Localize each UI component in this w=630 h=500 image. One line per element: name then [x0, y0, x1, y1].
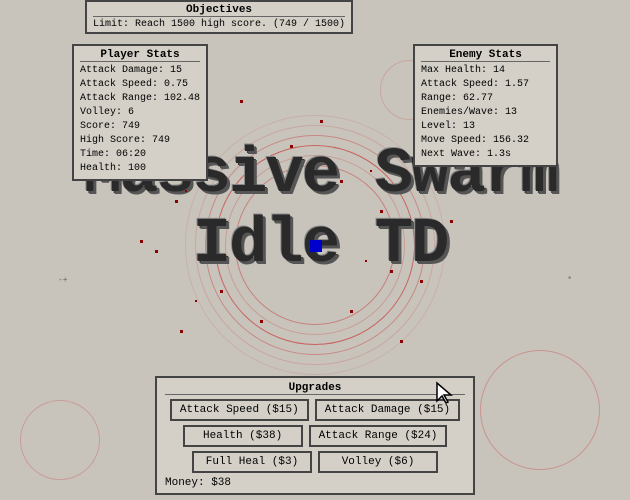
objectives-content: Limit: Reach 1500 high score. (749 / 150… — [93, 19, 345, 30]
stat-score: Score: 749 — [80, 120, 200, 134]
stat-volley: Volley: 6 — [80, 106, 200, 120]
upgrade-row-1: Attack Speed ($15) Attack Damage ($15) — [165, 399, 465, 421]
stat-attack-speed: Attack Speed: 0.75 — [80, 78, 200, 92]
left-indicator: -+ — [58, 276, 68, 285]
upgrade-full-heal-button[interactable]: Full Heal ($3) — [192, 451, 312, 473]
enemy-max-health: Max Health: 14 — [421, 64, 550, 78]
enemy-level: Level: 13 — [421, 120, 550, 134]
enemy-next-wave: Next Wave: 1.3s — [421, 148, 550, 162]
upgrade-attack-range-button[interactable]: Attack Range ($24) — [309, 425, 448, 447]
stat-high-score: High Score: 749 — [80, 134, 200, 148]
objectives-title: Objectives — [93, 4, 345, 17]
upgrades-panel: Upgrades Attack Speed ($15) Attack Damag… — [155, 376, 475, 495]
player-stats-panel: Player Stats Attack Damage: 15 Attack Sp… — [72, 44, 208, 181]
enemy-stats-title: Enemy Stats — [421, 49, 550, 62]
upgrade-row-2: Health ($38) Attack Range ($24) — [165, 425, 465, 447]
objectives-panel: Objectives Limit: Reach 1500 high score.… — [85, 0, 353, 34]
stat-attack-range: Attack Range: 102.48 — [80, 92, 200, 106]
upgrade-volley-button[interactable]: Volley ($6) — [318, 451, 438, 473]
right-indicator: * — [567, 276, 572, 285]
upgrade-health-button[interactable]: Health ($38) — [183, 425, 303, 447]
enemy-range: Range: 62.77 — [421, 92, 550, 106]
upgrade-attack-speed-button[interactable]: Attack Speed ($15) — [170, 399, 309, 421]
stat-attack-damage: Attack Damage: 15 — [80, 64, 200, 78]
stat-health: Health: 100 — [80, 162, 200, 176]
enemy-attack-speed: Attack Speed: 1.57 — [421, 78, 550, 92]
upgrade-attack-damage-button[interactable]: Attack Damage ($15) — [315, 399, 460, 421]
enemy-stats-panel: Enemy Stats Max Health: 14 Attack Speed:… — [413, 44, 558, 167]
upgrades-title: Upgrades — [165, 382, 465, 395]
stat-time: Time: 06:20 — [80, 148, 200, 162]
player-tower — [310, 240, 322, 252]
money-display: Money: $38 — [165, 477, 465, 489]
player-stats-title: Player Stats — [80, 49, 200, 62]
enemy-per-wave: Enemies/Wave: 13 — [421, 106, 550, 120]
enemy-move-speed: Move Speed: 156.32 — [421, 134, 550, 148]
upgrade-row-3: Full Heal ($3) Volley ($6) — [165, 451, 465, 473]
